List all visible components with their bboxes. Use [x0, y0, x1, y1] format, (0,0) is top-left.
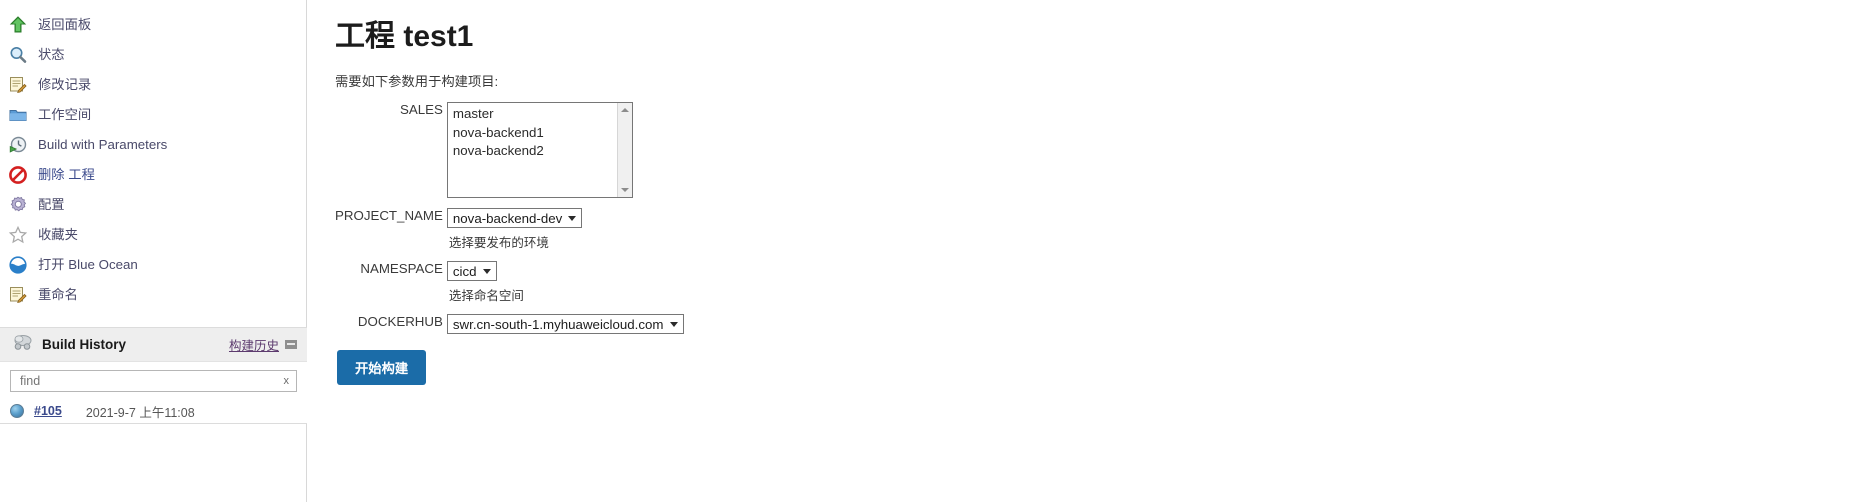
- sidebar-item-label: 打开 Blue Ocean: [38, 257, 138, 273]
- dockerhub-select[interactable]: swr.cn-south-1.myhuaweicloud.com: [446, 314, 684, 334]
- sidebar-item-label: 配置: [38, 197, 65, 213]
- sales-listbox-options: master nova-backend1 nova-backend2: [448, 103, 632, 161]
- sidebar-item-changes[interactable]: 修改记录: [0, 70, 306, 100]
- sidebar-item-open-blue-ocean[interactable]: 打开 Blue Ocean: [0, 250, 306, 280]
- build-timestamp: 2021-9-7 上午11:08: [85, 405, 195, 420]
- sidebar-item-rename[interactable]: 重命名: [0, 280, 306, 310]
- row-spacer: [335, 304, 684, 314]
- sidebar-nav: 返回面板 状态 修改记录 工作空间 Build with Parameters …: [0, 0, 306, 310]
- gear-icon: [6, 193, 30, 217]
- sidebar-item-label: Build with Parameters: [38, 137, 168, 153]
- sidebar-item-delete-project[interactable]: 删除 工程: [0, 160, 306, 190]
- folder-icon: [6, 103, 30, 127]
- sidebar-item-favorites[interactable]: 收藏夹: [0, 220, 306, 250]
- up-arrow-icon: [6, 13, 30, 37]
- listbox-scrollbar[interactable]: [616, 103, 632, 197]
- sidebar-item-label: 工作空间: [38, 107, 92, 123]
- rss-icon[interactable]: [285, 340, 297, 349]
- sidebar-item-label: 状态: [38, 47, 65, 63]
- parameter-label-project-name: PROJECT_NAME: [335, 208, 443, 223]
- sidebar-item-label: 删除 工程: [38, 167, 95, 183]
- scroll-up-arrow-icon[interactable]: [618, 103, 632, 117]
- sidebar-item-back-to-dashboard[interactable]: 返回面板: [0, 10, 306, 40]
- row-spacer: [335, 251, 684, 261]
- chevron-down-icon: [482, 268, 491, 274]
- select-value: swr.cn-south-1.myhuaweicloud.com: [452, 316, 664, 332]
- build-history-find-wrap: x: [0, 362, 307, 399]
- jenkins-build-with-parameters-page: 返回面板 状态 修改记录 工作空间 Build with Parameters …: [0, 0, 1862, 502]
- parameter-label-namespace: NAMESPACE: [360, 261, 443, 276]
- no-entry-icon: [6, 163, 30, 187]
- scroll-down-arrow-icon[interactable]: [618, 183, 632, 197]
- notepad-pencil-icon: [6, 283, 30, 307]
- sales-listbox[interactable]: master nova-backend1 nova-backend2: [446, 102, 633, 198]
- blue-ocean-icon: [6, 253, 30, 277]
- build-status-ball-icon: [10, 404, 24, 418]
- build-history-row[interactable]: #105 2021-9-7 上午11:08: [0, 399, 307, 423]
- namespace-select[interactable]: cicd: [446, 261, 497, 281]
- select-value: nova-backend-dev: [452, 210, 563, 226]
- sidebar-item-label: 修改记录: [38, 77, 92, 93]
- parameters-table: SALES master nova-backend1 nova-backend2: [335, 102, 684, 334]
- start-build-button[interactable]: 开始构建: [337, 350, 427, 385]
- build-number-link[interactable]: #105: [34, 404, 62, 418]
- build-history-title: Build History: [42, 337, 127, 352]
- parameter-description-project-name: 选择要发布的环境: [448, 236, 549, 250]
- search-input[interactable]: [18, 373, 281, 389]
- form-description: 需要如下参数用于构建项目:: [335, 74, 499, 89]
- parameter-label-sales: SALES: [400, 102, 443, 117]
- listbox-option[interactable]: master: [452, 105, 632, 124]
- sidebar-item-status[interactable]: 状态: [0, 40, 306, 70]
- chevron-down-icon: [669, 321, 678, 327]
- sidebar-item-label: 收藏夹: [38, 227, 78, 243]
- sidebar-item-build-with-parameters[interactable]: Build with Parameters: [0, 130, 306, 160]
- main-content: 工程 test1 需要如下参数用于构建项目: SALES master nova…: [307, 0, 1862, 502]
- select-value: cicd: [452, 263, 477, 279]
- build-history-header: Build History 构建历史: [0, 328, 307, 362]
- build-history-icon: [12, 333, 34, 356]
- parameter-label-dockerhub: DOCKERHUB: [357, 314, 443, 329]
- parameter-row-sales: SALES master nova-backend1 nova-backend2: [335, 102, 684, 198]
- clock-play-icon: [6, 133, 30, 157]
- star-icon: [6, 223, 30, 247]
- page-title: 工程 test1: [335, 20, 474, 53]
- sidebar-item-label: 重命名: [38, 287, 78, 303]
- listbox-option[interactable]: nova-backend2: [452, 142, 632, 161]
- notepad-pencil-icon: [6, 73, 30, 97]
- clear-icon[interactable]: x: [281, 375, 293, 387]
- build-history-find[interactable]: x: [10, 370, 297, 392]
- sidebar: 返回面板 状态 修改记录 工作空间 Build with Parameters …: [0, 0, 307, 502]
- parameter-description-namespace: 选择命名空间: [448, 289, 524, 303]
- build-history-panel: Build History 构建历史 x #105 2021-9-7 上午11:…: [0, 327, 307, 424]
- parameter-row-dockerhub: DOCKERHUB swr.cn-south-1.myhuaweicloud.c…: [335, 314, 684, 334]
- chevron-down-icon: [568, 215, 577, 221]
- parameter-desc-row-namespace: 选择命名空间: [335, 281, 684, 304]
- sidebar-item-workspace[interactable]: 工作空间: [0, 100, 306, 130]
- sidebar-item-configure[interactable]: 配置: [0, 190, 306, 220]
- listbox-option[interactable]: nova-backend1: [452, 124, 632, 143]
- parameter-row-project-name: PROJECT_NAME nova-backend-dev: [335, 208, 684, 228]
- project-name-select[interactable]: nova-backend-dev: [446, 208, 583, 228]
- magnifier-icon: [6, 43, 30, 67]
- row-spacer: [335, 198, 684, 208]
- build-history-link[interactable]: 构建历史: [229, 335, 279, 354]
- parameter-row-namespace: NAMESPACE cicd: [335, 261, 684, 281]
- sidebar-item-label: 返回面板: [38, 17, 92, 33]
- parameter-desc-row-project-name: 选择要发布的环境: [335, 228, 684, 251]
